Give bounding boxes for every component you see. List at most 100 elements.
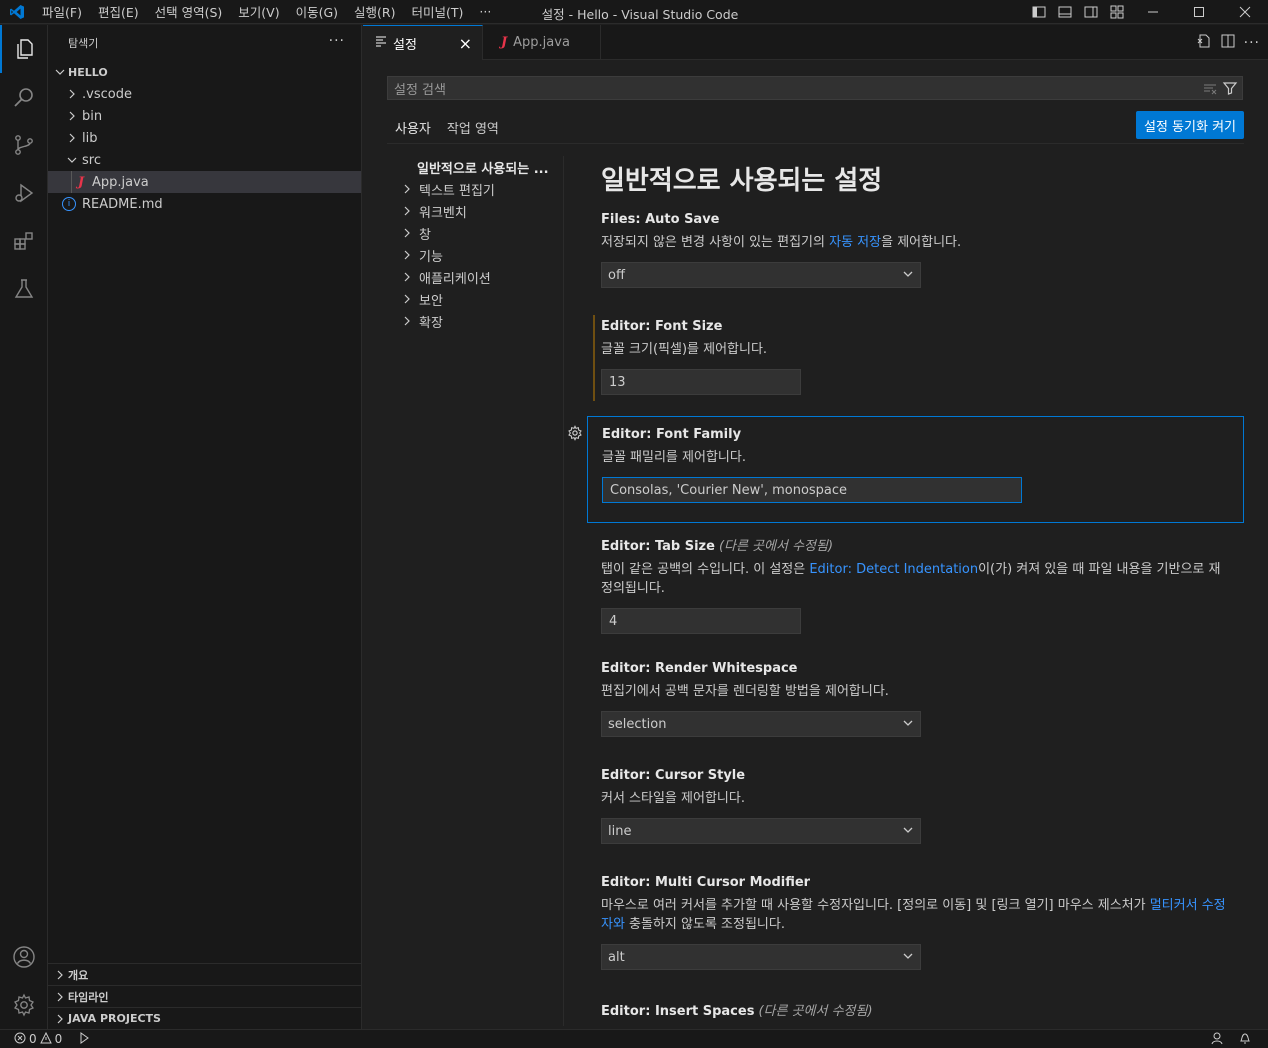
auto-save-link[interactable]: 자동 저장 xyxy=(829,235,881,250)
explorer-more-actions[interactable]: ··· xyxy=(329,33,345,49)
setting-description: 커서 스타일을 제어합니다. xyxy=(601,791,745,806)
toggle-secondary-sidebar-icon[interactable] xyxy=(1078,0,1104,24)
tab-app-java[interactable]: J App.java xyxy=(483,25,601,60)
render-whitespace-dropdown[interactable]: selection xyxy=(601,711,921,737)
run-debug-status-icon[interactable] xyxy=(76,1031,90,1048)
detect-indentation-link[interactable]: Editor: Detect Indentation xyxy=(809,562,978,577)
font-family-input[interactable]: Consolas, 'Courier New', monospace xyxy=(602,477,1022,503)
toc-item-features[interactable]: 기능 xyxy=(387,244,565,266)
title-bar: 파일(F) 편집(E) 선택 영역(S) 보기(V) 이동(G) 실행(R) 터… xyxy=(0,0,1268,24)
status-bar: 0 0 xyxy=(0,1029,1268,1048)
outline-section[interactable]: 개요 xyxy=(48,963,362,985)
close-window-icon[interactable] xyxy=(1222,0,1268,24)
setting-title: Editor: Font Size xyxy=(601,319,723,334)
tree-item-lib[interactable]: lib xyxy=(48,127,361,149)
settings-file-icon xyxy=(375,35,387,51)
workspace-root[interactable]: HELLO xyxy=(48,61,361,83)
run-debug-icon[interactable] xyxy=(0,169,48,217)
scope-workspace-tab[interactable]: 작업 영역 xyxy=(439,114,507,144)
minimize-icon[interactable] xyxy=(1130,0,1176,24)
setting-gear-icon[interactable] xyxy=(567,425,583,445)
tree-item-vscode[interactable]: .vscode xyxy=(48,83,361,105)
toc-item-extensions[interactable]: 확장 xyxy=(387,310,565,332)
notifications-bell-icon[interactable] xyxy=(1238,1031,1252,1048)
cursor-style-dropdown[interactable]: line xyxy=(601,818,921,844)
problems-status[interactable]: 0 0 xyxy=(14,1031,62,1047)
scope-user-tab[interactable]: 사용자 xyxy=(387,114,439,144)
tab-size-input[interactable]: 4 xyxy=(601,608,801,634)
clear-filter-icon[interactable] xyxy=(1202,80,1218,100)
dropdown-value: off xyxy=(608,267,625,283)
explorer-sidebar: 탐색기 ··· HELLO .vscode bin lib src J App.… xyxy=(48,25,362,1029)
java-projects-section[interactable]: JAVA PROJECTS xyxy=(48,1007,362,1029)
toc-item-window[interactable]: 창 xyxy=(387,222,565,244)
tree-item-readme[interactable]: i README.md xyxy=(48,193,361,215)
toggle-panel-icon[interactable] xyxy=(1052,0,1078,24)
menu-go[interactable]: 이동(G) xyxy=(288,2,346,21)
close-tab-icon[interactable]: × xyxy=(459,34,472,53)
tab-label: 설정 xyxy=(393,37,417,53)
source-control-icon[interactable] xyxy=(0,121,48,169)
search-icon[interactable] xyxy=(0,73,48,121)
toc-item-workbench[interactable]: 워크벤치 xyxy=(387,200,565,222)
toc-item-security[interactable]: 보안 xyxy=(387,288,565,310)
accounts-icon[interactable] xyxy=(0,933,48,981)
explorer-icon[interactable] xyxy=(0,25,48,73)
explorer-header: 탐색기 ··· xyxy=(48,25,361,61)
extensions-icon[interactable] xyxy=(0,217,48,265)
font-size-input[interactable]: 13 xyxy=(601,369,801,395)
chevron-right-icon xyxy=(64,86,80,102)
multi-cursor-modifier-dropdown[interactable]: alt xyxy=(601,944,921,970)
settings-group-title: 일반적으로 사용되는 설정 xyxy=(601,166,883,196)
error-icon xyxy=(14,1032,26,1047)
more-actions-icon[interactable]: ··· xyxy=(1244,35,1260,51)
toc-item-commonly-used[interactable]: 일반적으로 사용되는 ... xyxy=(387,156,565,178)
tree-item-app-java[interactable]: J App.java xyxy=(48,171,361,193)
setting-description: 마우스로 여러 커서를 추가할 때 사용할 수정자입니다. [정의로 이동] 및… xyxy=(601,898,1226,932)
chevron-down-icon xyxy=(52,64,68,80)
modified-elsewhere-note[interactable]: (다른 곳에서 수정됨) xyxy=(719,539,833,554)
customize-layout-icon[interactable] xyxy=(1104,0,1130,24)
toc-item-text-editor[interactable]: 텍스트 편집기 xyxy=(387,178,565,200)
chevron-right-icon xyxy=(399,247,415,263)
accounts-status-icon[interactable] xyxy=(1210,1031,1224,1048)
toc-item-application[interactable]: 애플리케이션 xyxy=(387,266,565,288)
menu-view[interactable]: 보기(V) xyxy=(230,2,287,21)
toc-label: 확장 xyxy=(419,315,443,331)
settings-search-input[interactable]: 설정 검색 xyxy=(387,76,1243,100)
filter-icon[interactable] xyxy=(1222,80,1238,100)
setting-description: 글꼴 크기(픽셀)를 제어합니다. xyxy=(601,342,768,357)
chevron-right-icon xyxy=(399,313,415,329)
tree-item-src[interactable]: src xyxy=(48,149,361,171)
setting-editor-cursor-style: Editor: Cursor Style 커서 스타일을 제어합니다. line xyxy=(587,758,1244,856)
chevron-right-icon xyxy=(64,130,80,146)
menu-edit[interactable]: 편집(E) xyxy=(90,2,147,21)
manage-gear-icon[interactable] xyxy=(0,981,48,1029)
split-editor-icon[interactable] xyxy=(1220,33,1236,53)
chevron-right-icon xyxy=(64,108,80,124)
menu-run[interactable]: 실행(R) xyxy=(346,2,403,21)
modified-elsewhere-note[interactable]: (다른 곳에서 수정됨) xyxy=(758,1004,872,1019)
menu-selection[interactable]: 선택 영역(S) xyxy=(147,2,231,21)
testing-icon[interactable] xyxy=(0,265,48,313)
open-settings-json-icon[interactable] xyxy=(1196,33,1212,53)
info-icon: i xyxy=(62,197,76,211)
auto-save-dropdown[interactable]: off xyxy=(601,262,921,288)
timeline-section[interactable]: 타임라인 xyxy=(48,985,362,1007)
menu-terminal[interactable]: 터미널(T) xyxy=(404,2,472,21)
tab-settings[interactable]: 설정 × xyxy=(363,25,483,60)
tree-item-bin[interactable]: bin xyxy=(48,105,361,127)
setting-description: 탭이 같은 공백의 수입니다. 이 설정은 Editor: Detect Ind… xyxy=(601,562,1221,596)
tree-item-label: lib xyxy=(82,130,98,146)
menu-file[interactable]: 파일(F) xyxy=(34,2,90,21)
toggle-primary-sidebar-icon[interactable] xyxy=(1026,0,1052,24)
toc-label: 텍스트 편집기 xyxy=(419,183,495,199)
settings-sync-button[interactable]: 설정 동기화 켜기 xyxy=(1136,111,1244,139)
settings-list: 일반적으로 사용되는 설정 Files: Auto Save 저장되지 않은 변… xyxy=(587,156,1247,1029)
settings-scope-tabs: 사용자 작업 영역 xyxy=(387,114,507,144)
chevron-right-icon xyxy=(52,1011,68,1027)
window-title: 설정 - Hello - Visual Studio Code xyxy=(541,7,739,22)
toc-label: 기능 xyxy=(419,249,443,265)
vscode-logo-icon xyxy=(0,0,34,24)
maximize-icon[interactable] xyxy=(1176,0,1222,24)
